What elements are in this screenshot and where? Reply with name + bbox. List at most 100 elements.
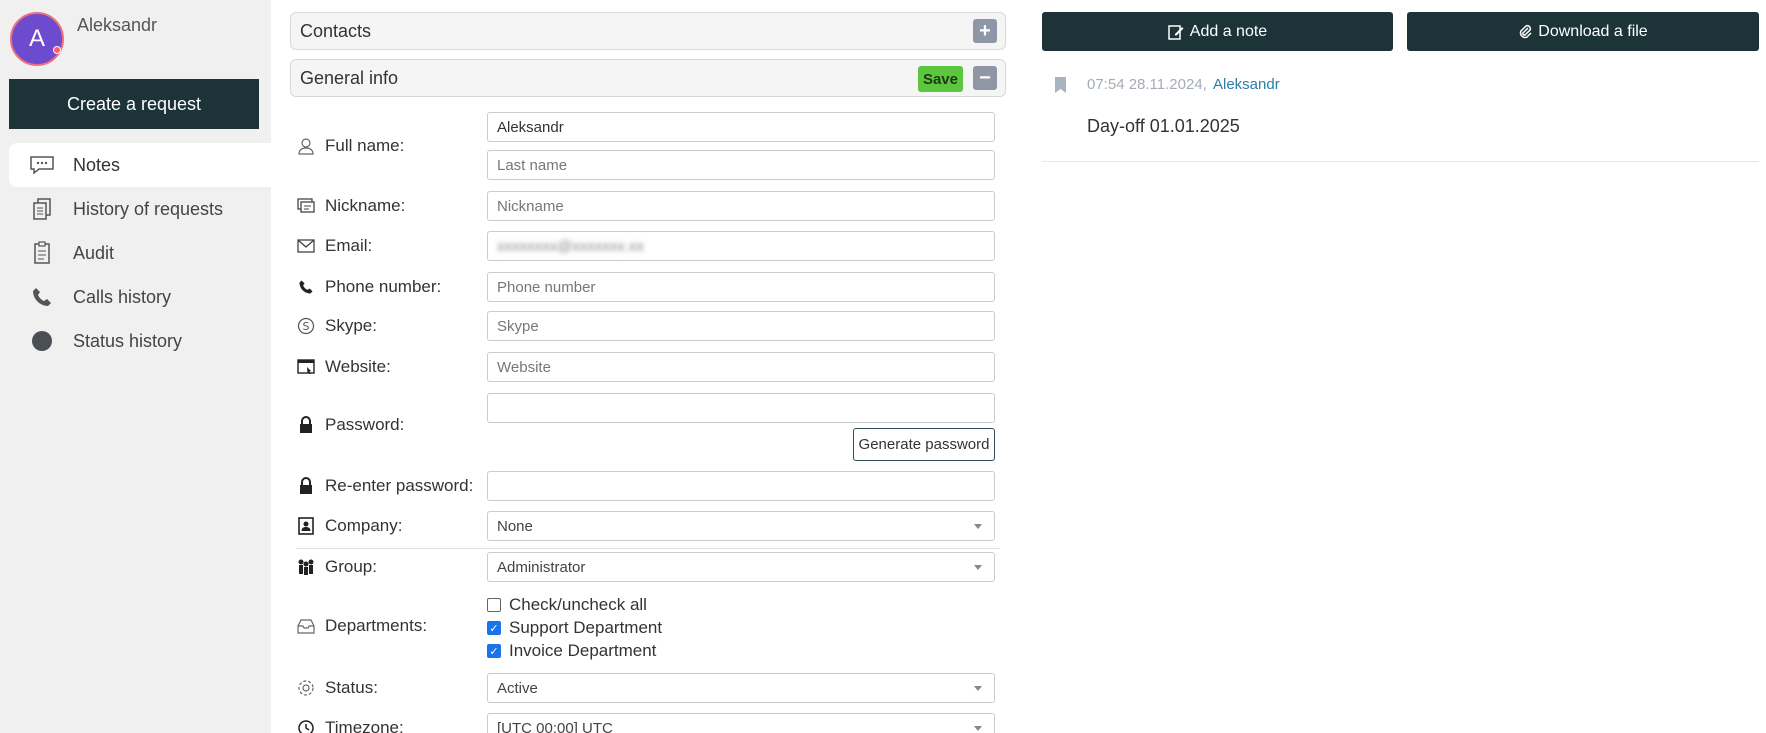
generate-password-button[interactable]: Generate password — [853, 428, 995, 461]
reenter-password-label: Re-enter password: — [296, 476, 473, 496]
nickname-icon — [296, 196, 316, 216]
checkbox-checked[interactable]: ✓ — [487, 644, 501, 658]
avatar[interactable]: A — [10, 12, 64, 66]
phone-icon — [27, 284, 57, 310]
collapse-button[interactable]: − — [973, 66, 997, 90]
status-dot-icon — [53, 46, 61, 54]
email-label: Email: — [296, 236, 372, 256]
lock-icon — [296, 476, 316, 496]
note-entry: 07:54 28.11.2024, Aleksandr Day-off 01.0… — [1042, 66, 1759, 162]
skype-input[interactable] — [487, 311, 995, 341]
website-label: Website: — [296, 357, 391, 377]
timezone-row: Timezone: [UTC 00:00] UTC — [296, 713, 996, 733]
audit-icon — [27, 240, 57, 266]
sidebar-item-label: History of requests — [73, 198, 224, 219]
support-department-option[interactable]: ✓ Support Department — [487, 618, 662, 638]
download-file-button[interactable]: Download a file — [1407, 12, 1759, 51]
sidebar-item-audit[interactable]: Audit — [9, 231, 271, 275]
company-icon — [296, 516, 316, 536]
website-row: Website: — [296, 352, 996, 382]
sidebar-item-label: Status history — [73, 330, 183, 351]
skype-row: S Skype: — [296, 311, 996, 341]
chevron-down-icon — [974, 524, 982, 529]
bookmark-icon[interactable] — [1054, 76, 1067, 99]
reenter-password-input[interactable] — [487, 471, 995, 501]
user-name: Aleksandr — [77, 15, 158, 35]
checkbox-checked[interactable]: ✓ — [487, 621, 501, 635]
nickname-input[interactable] — [487, 191, 995, 221]
chevron-down-icon — [974, 565, 982, 570]
contacts-panel-header[interactable]: Contacts + — [290, 12, 1006, 50]
email-row: Email: xxxxxxxx@xxxxxxx.xx — [296, 231, 996, 261]
group-row: Group: Administrator — [296, 552, 996, 582]
first-name-input[interactable] — [487, 112, 995, 142]
group-label: Group: — [296, 557, 377, 577]
sidebar-item-status-history[interactable]: Status history — [9, 319, 271, 363]
sidebar-item-history-of-requests[interactable]: History of requests — [9, 187, 271, 231]
phone-row: Phone number: — [296, 272, 996, 302]
company-label: Company: — [296, 516, 402, 536]
phone-icon — [296, 277, 316, 297]
user-icon — [296, 136, 316, 156]
note-text: Day-off 01.01.2025 — [1087, 116, 1240, 136]
paperclip-icon — [1518, 24, 1532, 40]
email-value: xxxxxxxx@xxxxxxx.xx — [497, 237, 644, 255]
phone-input[interactable] — [487, 272, 995, 302]
full-name-label: Full name: — [296, 136, 404, 156]
gear-icon — [296, 678, 316, 698]
reenter-password-row: Re-enter password: — [296, 471, 996, 501]
timezone-label: Timezone: — [296, 718, 404, 733]
sidebar-item-label: Notes — [73, 154, 121, 175]
expand-button[interactable]: + — [973, 19, 997, 43]
check-all-option[interactable]: Check/uncheck all — [487, 595, 647, 615]
panel-title: General info — [300, 67, 399, 88]
password-label: Password: — [296, 415, 404, 435]
add-note-button[interactable]: Add a note — [1042, 12, 1393, 51]
phone-label: Phone number: — [296, 277, 441, 297]
skype-label: S Skype: — [296, 316, 377, 336]
checkbox[interactable] — [487, 598, 501, 612]
lock-icon — [296, 415, 316, 435]
website-icon — [296, 357, 316, 377]
nickname-label: Nickname: — [296, 196, 405, 216]
general-info-panel-header[interactable]: General info Save − — [290, 59, 1006, 97]
nickname-row: Nickname: — [296, 191, 996, 221]
sidebar-nav: Notes History of requests Audit Calls hi… — [9, 143, 271, 363]
sidebar: A Aleksandr Create a request Notes Histo… — [0, 0, 271, 733]
skype-icon: S — [296, 316, 316, 336]
status-dot-icon — [27, 328, 57, 354]
password-input[interactable] — [487, 393, 995, 423]
timezone-select[interactable]: [UTC 00:00] UTC — [487, 713, 995, 733]
password-row: Password: Generate password — [296, 393, 996, 463]
edit-note-icon — [1168, 24, 1184, 40]
save-button[interactable]: Save — [917, 66, 963, 92]
chevron-down-icon — [974, 686, 982, 691]
divider — [296, 548, 1000, 549]
group-select[interactable]: Administrator — [487, 552, 995, 582]
sidebar-item-label: Audit — [73, 242, 115, 263]
note-timestamp: 07:54 28.11.2024, — [1087, 76, 1207, 93]
website-input[interactable] — [487, 352, 995, 382]
departments-row: Departments: Check/uncheck all ✓ Support… — [296, 593, 996, 663]
panel-title: Contacts — [300, 20, 372, 41]
note-author-link[interactable]: Aleksandr — [1213, 76, 1280, 93]
create-request-button[interactable]: Create a request — [9, 79, 259, 129]
full-name-row: Full name: — [296, 112, 996, 182]
sidebar-item-notes[interactable]: Notes — [9, 143, 271, 187]
notes-icon — [27, 152, 57, 178]
group-icon — [296, 557, 316, 577]
svg-text:S: S — [303, 320, 310, 333]
sidebar-item-calls-history[interactable]: Calls history — [9, 275, 271, 319]
inbox-icon — [296, 616, 316, 636]
company-select[interactable]: None — [487, 511, 995, 541]
status-select[interactable]: Active — [487, 673, 995, 703]
history-icon — [27, 196, 57, 222]
invoice-department-option[interactable]: ✓ Invoice Department — [487, 641, 656, 661]
status-row: Status: Active — [296, 673, 996, 703]
email-field[interactable]: xxxxxxxx@xxxxxxx.xx — [487, 231, 995, 261]
avatar-letter: A — [28, 25, 45, 52]
sidebar-item-label: Calls history — [73, 286, 172, 307]
last-name-input[interactable] — [487, 150, 995, 180]
departments-label: Departments: — [296, 616, 427, 636]
status-label: Status: — [296, 678, 378, 698]
